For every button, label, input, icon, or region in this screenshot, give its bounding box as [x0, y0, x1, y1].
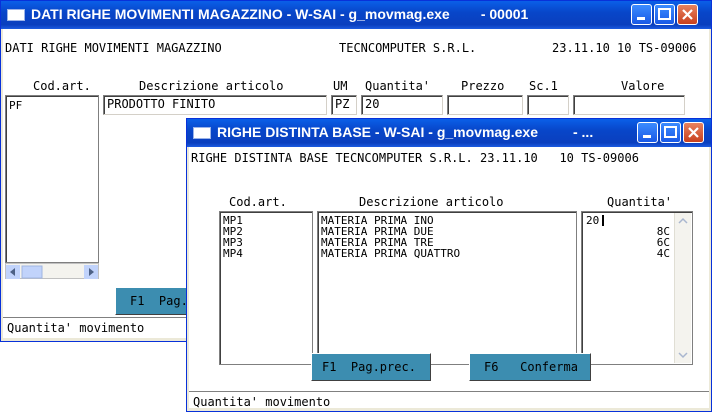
f6-label: F6 Conferma: [484, 360, 578, 374]
descrizione-list[interactable]: MATERIA PRIMA INO MATERIA PRIMA DUE MATE…: [317, 211, 577, 365]
header-date: 23.11.10 10 TS-09006: [552, 41, 697, 55]
maximize-icon: [658, 8, 671, 20]
quantita-field[interactable]: 20: [361, 95, 443, 115]
um-field[interactable]: PZ: [331, 95, 357, 115]
window1-title: DATI RIGHE MOVIMENTI MAGAZZINO - W-SAI -…: [31, 6, 529, 22]
list-item[interactable]: MP4: [223, 248, 243, 259]
window-icon: [7, 9, 25, 21]
col-quantita: Quantita': [607, 195, 673, 209]
cod-art-hscroll[interactable]: [5, 263, 99, 279]
f1-label: F1 Pag.prec.: [322, 360, 416, 374]
col-descrizione: Descrizione articolo: [359, 195, 504, 209]
window-icon: [193, 127, 211, 139]
f1-pag-prec-button[interactable]: F1 Pag.p: [115, 287, 195, 315]
scroll-down-icon[interactable]: [675, 347, 691, 363]
f6-conferma-button[interactable]: F6 Conferma: [469, 353, 591, 381]
status-text: Quantita' movimento: [193, 395, 331, 409]
text-cursor: [602, 215, 604, 226]
col-descrizione: Descrizione articolo: [139, 79, 284, 93]
list-item[interactable]: 4C: [657, 248, 670, 259]
header-company: TECNCOMPUTER S.R.L.: [339, 41, 477, 55]
quantita-list[interactable]: 20 8C 6C 4C: [581, 211, 693, 365]
window2-titlebar[interactable]: RIGHE DISTINTA BASE - W-SAI - g_movmag.e…: [187, 119, 711, 147]
close-button[interactable]: [677, 4, 698, 25]
col-um: UM: [333, 79, 348, 93]
col-valore: Valore: [621, 79, 665, 93]
sc1-field[interactable]: [527, 95, 569, 115]
um-value: PZ: [335, 97, 350, 111]
col-cod-art: Cod.art.: [229, 195, 287, 209]
minimize-icon: [637, 17, 645, 20]
f1-pag-prec-button[interactable]: F1 Pag.prec.: [311, 353, 431, 381]
maximize-icon: [664, 126, 677, 138]
minimize-button[interactable]: [631, 4, 652, 25]
descrizione-value: PRODOTTO FINITO: [107, 97, 216, 111]
col-prezzo: Prezzo: [461, 79, 505, 93]
header-title: DATI RIGHE MOVIMENTI MAGAZZINO: [5, 41, 222, 55]
list-item[interactable]: PF: [9, 100, 22, 111]
quantita-vscroll[interactable]: [674, 213, 691, 363]
scroll-arrows: [6, 265, 98, 279]
prezzo-field[interactable]: [447, 95, 523, 115]
list-item[interactable]: MATERIA PRIMA QUATTRO: [321, 248, 460, 259]
scroll-up-icon[interactable]: [675, 213, 691, 229]
cod-art-list[interactable]: PF: [5, 95, 99, 263]
status-bar: Quantita' movimento: [189, 391, 709, 414]
close-button[interactable]: [683, 122, 704, 143]
col-quantita: Quantita': [365, 79, 431, 93]
header-line: RIGHE DISTINTA BASE TECNCOMPUTER S.R.L. …: [191, 151, 639, 165]
maximize-button[interactable]: [660, 122, 681, 143]
window2-title: RIGHE DISTINTA BASE - W-SAI - g_movmag.e…: [217, 124, 594, 140]
quantita-value: 20: [365, 97, 380, 111]
close-icon: [682, 9, 693, 20]
maximize-button[interactable]: [654, 4, 675, 25]
window-distinta-base: RIGHE DISTINTA BASE - W-SAI - g_movmag.e…: [186, 118, 712, 412]
minimize-icon: [643, 135, 651, 138]
minimize-button[interactable]: [637, 122, 658, 143]
descrizione-field[interactable]: PRODOTTO FINITO: [103, 95, 327, 115]
window2-client: RIGHE DISTINTA BASE TECNCOMPUTER S.R.L. …: [189, 147, 709, 409]
cod-art-list[interactable]: MP1 MP2 MP3 MP4: [219, 211, 313, 365]
window1-titlebar[interactable]: DATI RIGHE MOVIMENTI MAGAZZINO - W-SAI -…: [1, 1, 711, 29]
col-sc1: Sc.1: [529, 79, 558, 93]
valore-field[interactable]: [573, 95, 685, 115]
close-icon: [688, 127, 699, 138]
col-cod-art: Cod.art.: [33, 79, 91, 93]
status-text: Quantita' movimento: [7, 321, 145, 335]
quantita-input-value[interactable]: 20: [586, 215, 599, 226]
